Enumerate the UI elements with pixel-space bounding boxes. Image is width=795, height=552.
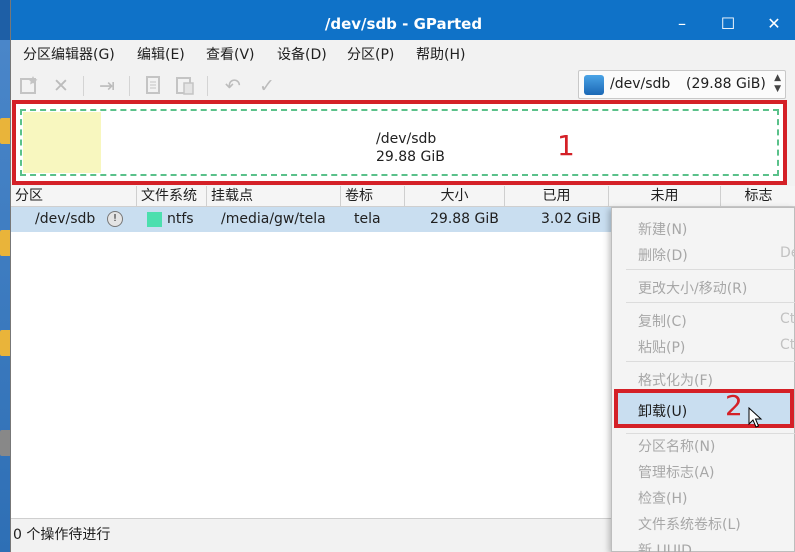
- device-selector[interactable]: /dev/sdb (29.88 GiB) ▲ ▼: [578, 70, 786, 99]
- menubar: 分区编辑器(G) 编辑(E) 查看(V) 设备(D) 分区(P) 帮助(H): [11, 40, 795, 70]
- menu-gparted[interactable]: 分区编辑器(G): [23, 40, 115, 70]
- menu-separator: [626, 269, 795, 270]
- cell-filesystem: ntfs: [167, 211, 194, 227]
- new-partition-icon[interactable]: [17, 74, 41, 98]
- menu-separator: [626, 361, 795, 362]
- menu-separator: [626, 302, 795, 303]
- device-size: (29.88 GiB): [686, 76, 766, 92]
- partition-bar[interactable]: /dev/sdb 29.88 GiB: [20, 109, 779, 176]
- toolbar-separator: [83, 76, 84, 96]
- disk-icon: [584, 75, 604, 95]
- shortcut-paste: Ct: [780, 337, 795, 353]
- menu-item-new-uuid[interactable]: 新 UUID: [638, 540, 692, 552]
- paste-icon[interactable]: [173, 74, 197, 98]
- column-filesystem[interactable]: 文件系统: [137, 186, 207, 207]
- graph-size-label: 29.88 GiB: [376, 149, 445, 165]
- menu-help[interactable]: 帮助(H): [416, 40, 465, 70]
- shortcut-delete: De: [780, 245, 795, 261]
- menu-item-unmount[interactable]: 卸载(U): [638, 401, 687, 421]
- column-mountpoint[interactable]: 挂载点: [207, 186, 341, 207]
- menu-item-check[interactable]: 检查(H): [638, 488, 687, 508]
- table-header: 分区 文件系统 挂载点 卷标 大小 已用 未用 标志: [11, 186, 795, 207]
- resize-icon[interactable]: ⇥: [95, 74, 119, 98]
- menu-item-manage-flags[interactable]: 管理标志(A): [638, 462, 715, 482]
- column-unused[interactable]: 未用: [609, 186, 721, 207]
- graph-path-label: /dev/sdb: [376, 131, 437, 147]
- column-partition[interactable]: 分区: [11, 186, 137, 207]
- cell-size: 29.88 GiB: [430, 211, 499, 227]
- copy-icon[interactable]: [141, 74, 165, 98]
- menu-item-delete[interactable]: 删除(D): [638, 245, 688, 265]
- cell-partition: /dev/sdb: [35, 211, 96, 227]
- annotation-number-1: 1: [557, 129, 575, 162]
- menu-device[interactable]: 设备(D): [277, 40, 327, 70]
- mouse-cursor-icon: [748, 407, 763, 428]
- minimize-button[interactable]: –: [659, 0, 705, 40]
- toolbar-separator: [129, 76, 130, 96]
- column-label[interactable]: 卷标: [341, 186, 405, 207]
- menu-item-resize[interactable]: 更改大小/移动(R): [638, 278, 747, 298]
- delete-icon[interactable]: ✕: [49, 74, 73, 98]
- menu-item-format[interactable]: 格式化为(F): [638, 370, 713, 390]
- menu-item-paste[interactable]: 粘贴(P): [638, 337, 685, 357]
- partition-context-menu: 新建(N) 删除(D) De 更改大小/移动(R) 复制(C) Ct 粘贴(P)…: [611, 207, 795, 552]
- apply-icon[interactable]: ✓: [255, 74, 279, 98]
- menu-item-fs-label[interactable]: 文件系统卷标(L): [638, 514, 741, 534]
- menu-partition[interactable]: 分区(P): [347, 40, 394, 70]
- annotation-number-2: 2: [725, 389, 743, 422]
- titlebar[interactable]: /dev/sdb - GParted – ☐ ✕: [11, 0, 795, 40]
- menu-item-copy[interactable]: 复制(C): [638, 311, 687, 331]
- cell-mountpoint: /media/gw/tela: [221, 211, 326, 227]
- menu-item-partition-name[interactable]: 分区名称(N): [638, 436, 715, 456]
- shortcut-copy: Ct: [780, 311, 795, 327]
- menu-item-new[interactable]: 新建(N): [638, 219, 687, 239]
- close-button[interactable]: ✕: [751, 0, 795, 40]
- column-flags[interactable]: 标志: [721, 186, 795, 207]
- cell-label: tela: [354, 211, 381, 227]
- ntfs-color-swatch: [147, 212, 162, 227]
- column-size[interactable]: 大小: [405, 186, 505, 207]
- menu-separator: [626, 433, 795, 434]
- cell-used: 3.02 GiB: [541, 211, 601, 227]
- lock-icon: !: [107, 211, 123, 227]
- menu-edit[interactable]: 编辑(E): [137, 40, 185, 70]
- pending-operations-status: 0 个操作待进行: [13, 527, 111, 543]
- device-name: /dev/sdb: [610, 76, 671, 92]
- partition-graph-highlight: /dev/sdb 29.88 GiB: [12, 100, 787, 185]
- undo-icon[interactable]: ↶: [221, 74, 245, 98]
- maximize-button[interactable]: ☐: [705, 0, 751, 40]
- toolbar-separator: [207, 76, 208, 96]
- updown-arrows-icon: ▲ ▼: [774, 73, 781, 94]
- menu-view[interactable]: 查看(V): [206, 40, 255, 70]
- column-used[interactable]: 已用: [505, 186, 609, 207]
- toolbar: ✕ ⇥ ↶ ✓ /dev/sdb (29.88 GiB) ▲ ▼: [11, 70, 795, 102]
- used-space-fill: [23, 112, 101, 173]
